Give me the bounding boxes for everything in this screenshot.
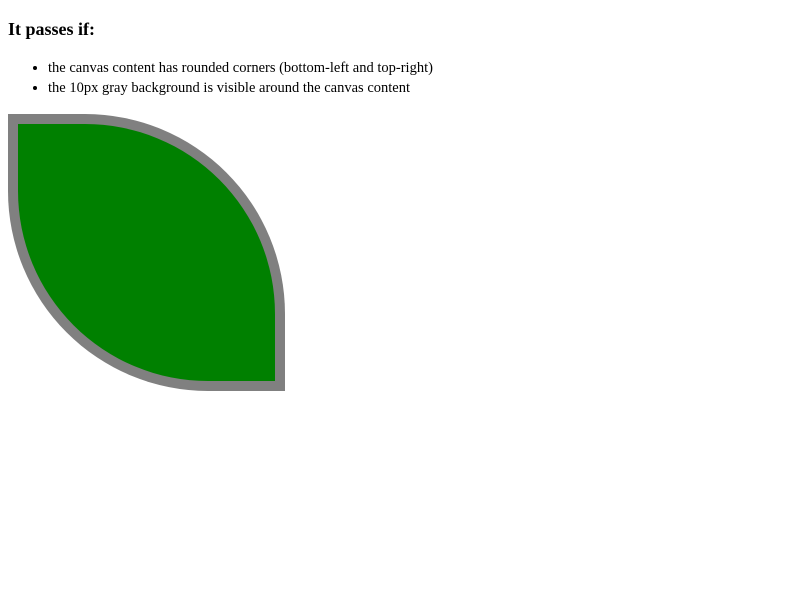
canvas-gray-background bbox=[8, 114, 285, 391]
canvas-green-content bbox=[18, 124, 275, 381]
list-item: the 10px gray background is visible arou… bbox=[48, 78, 433, 98]
list-item: the canvas content has rounded corners (… bbox=[48, 58, 433, 78]
pass-criteria-list: the canvas content has rounded corners (… bbox=[8, 58, 433, 98]
page-heading: It passes if: bbox=[8, 19, 96, 39]
